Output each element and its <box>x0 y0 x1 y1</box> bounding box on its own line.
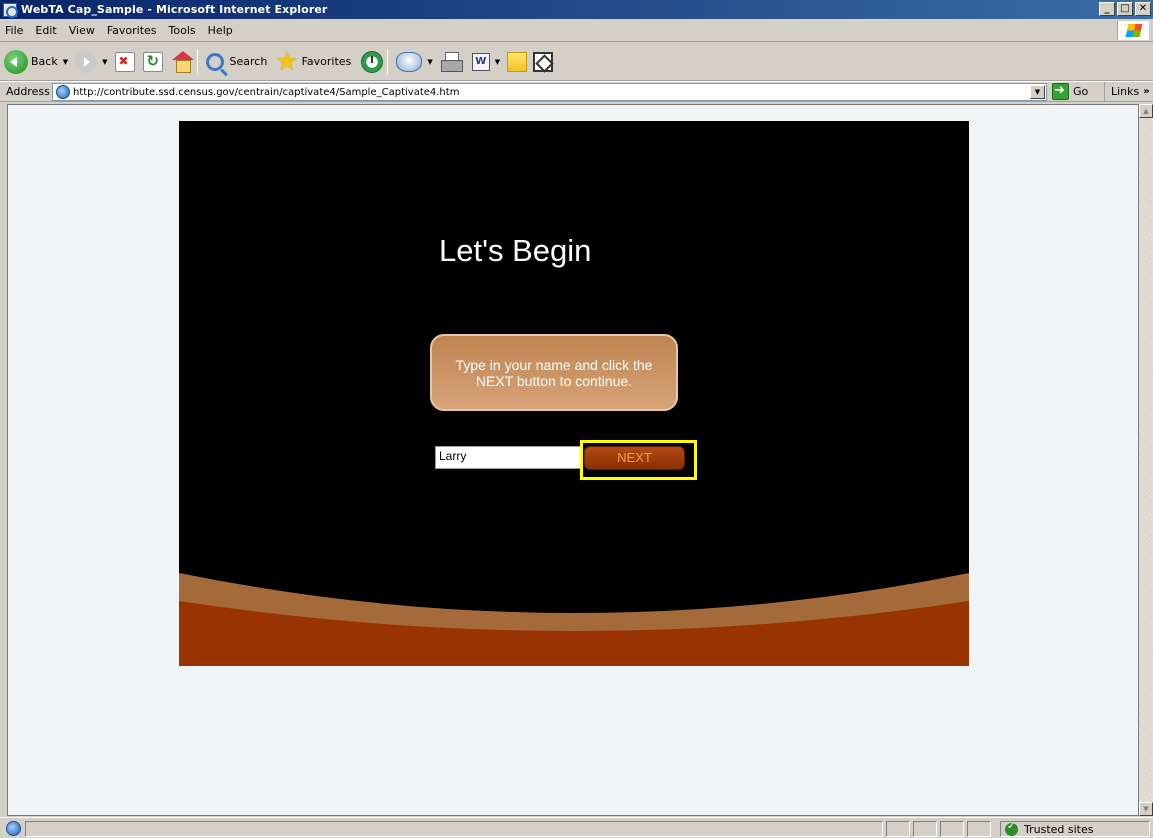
back-label: Back <box>31 55 58 68</box>
links-label: Links <box>1111 85 1140 98</box>
forward-dropdown-icon[interactable]: ▼ <box>102 58 107 66</box>
page-viewport: Let's Begin Type in your name and click … <box>7 104 1139 816</box>
mail-button[interactable]: ▼ <box>396 51 435 72</box>
favorites-label: Favorites <box>301 55 352 68</box>
instruction-callout: Type in your name and click the NEXT but… <box>430 334 678 411</box>
favorites-button[interactable]: ★ Favorites <box>275 46 352 77</box>
status-panel <box>967 821 991 837</box>
address-dropdown-icon[interactable]: ▼ <box>1030 85 1045 99</box>
maximize-button[interactable]: □ <box>1117 2 1133 16</box>
ie-status-icon <box>6 820 21 836</box>
minimize-button[interactable]: _ <box>1099 2 1115 16</box>
captivate-stage: Let's Begin Type in your name and click … <box>179 121 969 666</box>
forward-button[interactable]: ▼ <box>75 50 110 73</box>
back-button[interactable]: Back ▼ <box>4 49 71 74</box>
address-input[interactable]: http://contribute.ssd.census.gov/centrai… <box>52 83 1047 101</box>
callout-text: Type in your name and click the NEXT but… <box>455 356 653 389</box>
edit-dropdown-icon[interactable]: ▼ <box>495 58 500 66</box>
toolbar-separator <box>196 48 198 75</box>
favorites-star-icon: ★ <box>275 46 299 77</box>
menu-view[interactable]: View <box>63 24 101 37</box>
print-icon <box>440 51 463 72</box>
menu-help[interactable]: Help <box>202 24 239 37</box>
sticky-note-icon <box>507 51 528 72</box>
menu-file[interactable]: File <box>0 24 29 37</box>
search-icon <box>205 52 224 71</box>
status-bar: Trusted sites <box>0 817 1153 838</box>
stop-icon <box>114 51 135 72</box>
address-url: http://contribute.ssd.census.gov/centrai… <box>73 86 460 98</box>
menu-bar: File Edit View Favorites Tools Help <box>0 19 1153 42</box>
window-title: WebTA Cap_Sample - Microsoft Internet Ex… <box>21 3 328 16</box>
word-icon: W <box>471 52 490 71</box>
ie-app-icon <box>3 2 18 18</box>
toolbar-separator <box>387 48 389 75</box>
print-button[interactable] <box>440 51 463 72</box>
stage-title: Let's Begin <box>439 233 592 268</box>
address-bar: Address http://contribute.ssd.census.gov… <box>0 81 1153 102</box>
links-chevron-icon[interactable]: » <box>1143 86 1149 97</box>
go-button[interactable]: Go <box>1052 83 1088 100</box>
name-input[interactable]: Larry <box>435 446 581 469</box>
diamond-extension-icon <box>533 51 554 72</box>
trusted-sites-icon <box>1005 821 1018 836</box>
scroll-down-icon[interactable]: ▼ <box>1139 802 1153 816</box>
mail-dropdown-icon[interactable]: ▼ <box>427 58 432 66</box>
window-controls: _ □ ✕ <box>1099 2 1151 16</box>
refresh-button[interactable] <box>142 51 163 72</box>
home-button[interactable] <box>171 50 194 73</box>
edit-word-button[interactable]: W ▼ <box>471 52 503 71</box>
search-button[interactable]: Search <box>205 52 268 71</box>
back-dropdown-icon[interactable]: ▼ <box>63 58 68 66</box>
status-panel <box>25 821 883 837</box>
zone-label: Trusted sites <box>1024 822 1094 836</box>
security-zone[interactable]: Trusted sites <box>1005 821 1094 837</box>
window-titlebar: WebTA Cap_Sample - Microsoft Internet Ex… <box>0 0 1153 19</box>
close-button[interactable]: ✕ <box>1135 2 1151 16</box>
scroll-up-icon[interactable]: ▲ <box>1139 104 1153 118</box>
go-arrow-icon <box>1052 83 1069 100</box>
forward-arrow-icon <box>75 50 98 73</box>
status-panel <box>940 821 964 837</box>
status-panel <box>886 821 910 837</box>
history-icon <box>361 50 384 73</box>
menu-edit[interactable]: Edit <box>29 24 62 37</box>
mail-icon <box>396 51 423 72</box>
status-panel <box>913 821 937 837</box>
search-label: Search <box>229 55 268 68</box>
address-label: Address <box>6 85 50 98</box>
windows-logo-icon <box>1117 21 1149 40</box>
go-label: Go <box>1073 85 1089 98</box>
ie-page-icon <box>56 85 70 99</box>
standard-toolbar: Back ▼ ▼ Search ★ Favorites ▼ W ▼ <box>0 43 1153 81</box>
back-arrow-icon <box>4 49 28 74</box>
menu-tools[interactable]: Tools <box>163 24 202 37</box>
links-toolbar[interactable]: Links » <box>1104 82 1150 101</box>
home-icon <box>171 50 194 73</box>
notes-button[interactable] <box>507 51 528 72</box>
vertical-scrollbar[interactable]: ▲ ▼ <box>1139 104 1153 816</box>
extension-button[interactable] <box>533 51 554 72</box>
stop-button[interactable] <box>114 51 135 72</box>
menu-favorites[interactable]: Favorites <box>101 24 163 37</box>
next-button[interactable]: NEXT <box>584 446 685 470</box>
refresh-icon <box>142 51 163 72</box>
history-button[interactable] <box>361 50 384 73</box>
